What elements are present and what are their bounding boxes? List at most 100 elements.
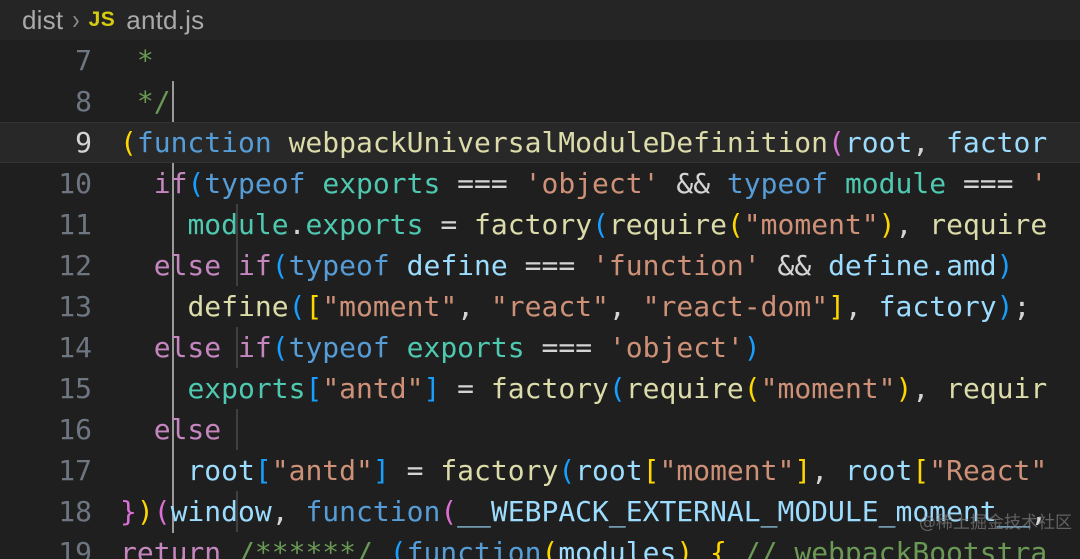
code-token: 'object' <box>608 331 744 364</box>
code-token: define <box>406 249 508 282</box>
code-token: ( <box>271 331 289 364</box>
line-content[interactable]: if(typeof exports === 'object' && typeof… <box>120 163 1080 204</box>
code-token: require <box>625 372 744 405</box>
code-token: , <box>844 290 879 323</box>
code-token: ) <box>676 536 694 559</box>
line-number: 16 <box>58 413 92 446</box>
code-token: === <box>524 331 609 364</box>
code-line[interactable]: 15 exports["antd"] = factory(require("mo… <box>0 368 1080 409</box>
code-token: === <box>946 167 1031 200</box>
code-token: if <box>238 331 272 364</box>
code-token: [ <box>305 372 323 405</box>
code-line[interactable]: 12 else if(typeof define === 'function' … <box>0 245 1080 286</box>
line-content[interactable]: root["antd"] = factory(root["moment"], r… <box>120 450 1080 491</box>
code-token: ) <box>895 372 913 405</box>
line-content[interactable]: (function webpackUniversalModuleDefiniti… <box>120 122 1080 163</box>
code-token: [ <box>305 290 323 323</box>
code-line[interactable]: 16 else <box>0 409 1080 450</box>
code-editor[interactable]: 7 * 8 */9 (function webpackUniversalModule… <box>0 40 1080 559</box>
code-line[interactable]: 14 else if(typeof exports === 'object') <box>0 327 1080 368</box>
code-token: ( <box>541 536 559 559</box>
line-number: 15 <box>58 372 92 405</box>
code-token: ] <box>372 454 390 487</box>
code-token: function <box>305 495 441 528</box>
code-token: else <box>153 331 222 364</box>
code-line[interactable]: 19 return /******/ (function(modules) { /… <box>0 532 1080 559</box>
code-token: , <box>271 495 306 528</box>
code-line[interactable]: 9 (function webpackUniversalModuleDefinit… <box>0 122 1080 163</box>
code-token: ] <box>423 372 441 405</box>
code-token: [ <box>912 454 930 487</box>
code-token: } <box>120 495 137 528</box>
code-token: ' <box>1030 167 1048 200</box>
line-number: 9 <box>75 126 92 159</box>
code-token: "react" <box>490 290 609 323</box>
chevron-right-icon: › <box>72 3 80 35</box>
code-token: ( <box>608 372 626 405</box>
code-token: ( <box>153 495 171 528</box>
line-content[interactable]: exports["antd"] = factory(require("momen… <box>120 368 1080 409</box>
line-content[interactable]: else <box>120 409 1080 450</box>
code-token: root <box>187 454 255 487</box>
code-token: root <box>575 454 643 487</box>
code-token: ( <box>558 454 576 487</box>
code-token: && <box>760 249 829 282</box>
code-token: __WEBPACK_EXTERNAL_MODULE_moment__ <box>457 495 1031 528</box>
code-token: [ <box>254 454 272 487</box>
code-line[interactable]: 8 */ <box>0 81 1080 122</box>
code-token: , <box>1030 495 1048 528</box>
code-line[interactable]: 13 define(["moment", "react", "react-dom… <box>0 286 1080 327</box>
code-token: typeof <box>204 167 306 200</box>
code-token: window <box>170 495 272 528</box>
line-number: 13 <box>58 290 92 323</box>
line-content[interactable]: module.exports = factory(require("moment… <box>120 204 1080 245</box>
line-number: 11 <box>58 208 92 241</box>
code-token: root <box>844 126 913 159</box>
breadcrumb-file[interactable]: antd.js <box>126 5 204 36</box>
line-content[interactable]: })(window, function(__WEBPACK_EXTERNAL_M… <box>120 491 1080 532</box>
javascript-file-icon: JS <box>88 8 116 31</box>
code-token: modules <box>558 536 677 559</box>
line-number: 12 <box>58 249 92 282</box>
code-line[interactable]: 11 module.exports = factory(require("mom… <box>0 204 1080 245</box>
line-number: 14 <box>58 331 92 364</box>
line-number: 17 <box>58 454 92 487</box>
code-line[interactable]: 10 if(typeof exports === 'object' && typ… <box>0 163 1080 204</box>
code-token: , <box>457 290 491 323</box>
breadcrumb-folder[interactable]: dist <box>22 5 63 36</box>
code-token: [ <box>642 454 660 487</box>
code-token: exports <box>322 167 441 200</box>
code-token: ( <box>726 208 744 241</box>
code-line[interactable]: 7 * <box>0 40 1080 81</box>
code-token: amd <box>946 249 997 282</box>
line-content[interactable]: return /******/ (function(modules) { // … <box>120 532 1080 559</box>
code-token: === <box>440 167 525 200</box>
line-number: 7 <box>75 44 92 77</box>
code-token: module <box>187 208 289 241</box>
line-content[interactable]: define(["moment", "react", "react-dom"],… <box>120 286 1080 327</box>
line-content[interactable]: else if(typeof define === 'function' && … <box>120 245 1080 286</box>
code-token: "React" <box>929 454 1048 487</box>
line-content[interactable]: else if(typeof exports === 'object') <box>120 327 1080 368</box>
code-token: webpackUniversalModuleDefinition <box>288 126 829 159</box>
code-lines-container[interactable]: 7 * 8 */9 (function webpackUniversalModule… <box>0 40 1080 559</box>
code-token: ( <box>440 495 458 528</box>
code-token: typeof <box>288 249 390 282</box>
code-token: else <box>153 413 222 446</box>
code-token: factory <box>490 372 609 405</box>
code-token: ( <box>288 290 306 323</box>
code-token: "moment" <box>322 290 458 323</box>
code-line[interactable]: 18})(window, function(__WEBPACK_EXTERNAL… <box>0 491 1080 532</box>
code-line[interactable]: 17 root["antd"] = factory(root["moment"]… <box>0 450 1080 491</box>
line-content[interactable]: */ <box>120 81 1080 122</box>
line-content[interactable]: * <box>120 40 1080 81</box>
code-token: "moment" <box>743 208 879 241</box>
code-token: module <box>844 167 947 200</box>
